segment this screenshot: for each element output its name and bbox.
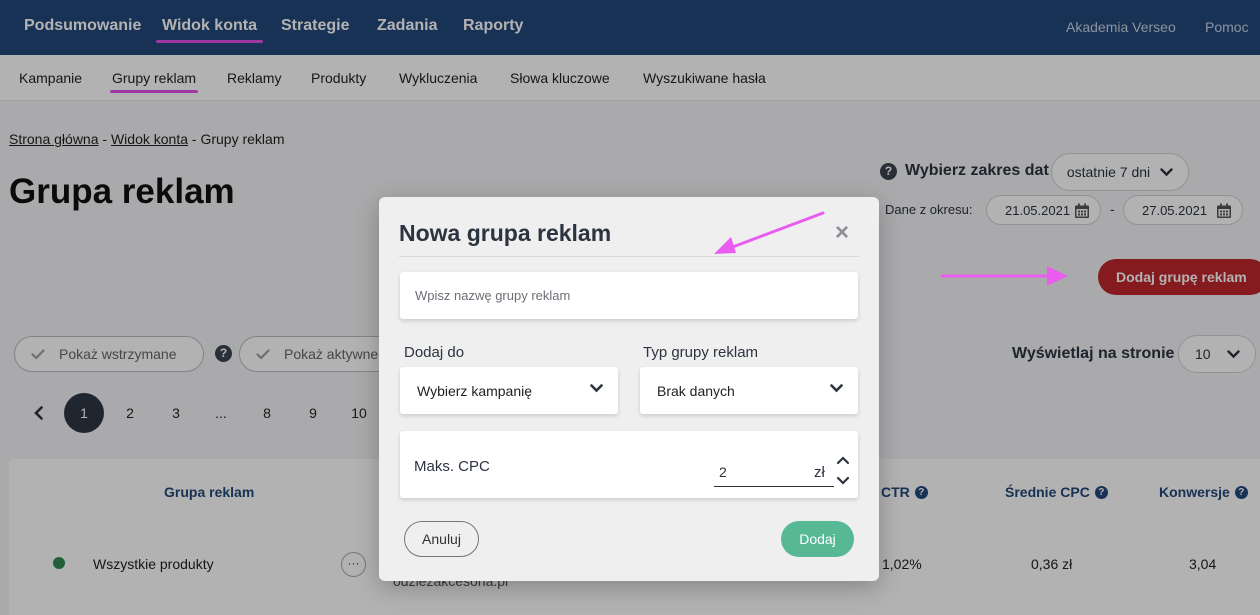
cancel-button[interactable]: Anuluj xyxy=(404,521,479,557)
max-cpc-label: Maks. CPC xyxy=(414,458,490,475)
campaign-select[interactable]: Wybierz kampanię xyxy=(400,367,618,414)
ad-group-name-input[interactable] xyxy=(400,272,858,319)
ad-group-type-select[interactable]: Brak danych xyxy=(640,367,858,414)
max-cpc-input[interactable]: 2 zł xyxy=(714,453,834,487)
currency-unit: zł xyxy=(814,464,825,481)
modal-divider xyxy=(399,256,859,257)
ad-group-type-value: Brak danych xyxy=(657,382,735,399)
add-to-label: Dodaj do xyxy=(404,344,465,361)
max-cpc-panel: Maks. CPC 2 zł xyxy=(400,431,858,498)
campaign-select-value: Wybierz kampanię xyxy=(417,382,533,399)
chevron-down-icon xyxy=(830,384,843,393)
close-icon[interactable]: × xyxy=(835,219,849,247)
chevron-down-icon xyxy=(590,384,603,393)
ad-group-type-label: Typ grupy reklam xyxy=(643,344,759,361)
modal-title: Nowa grupa reklam xyxy=(399,220,612,246)
number-stepper-icon[interactable] xyxy=(836,455,850,487)
submit-button[interactable]: Dodaj xyxy=(781,521,854,557)
new-ad-group-modal: Nowa grupa reklam × Dodaj do Wybierz kam… xyxy=(379,197,879,581)
max-cpc-value: 2 xyxy=(719,464,727,480)
